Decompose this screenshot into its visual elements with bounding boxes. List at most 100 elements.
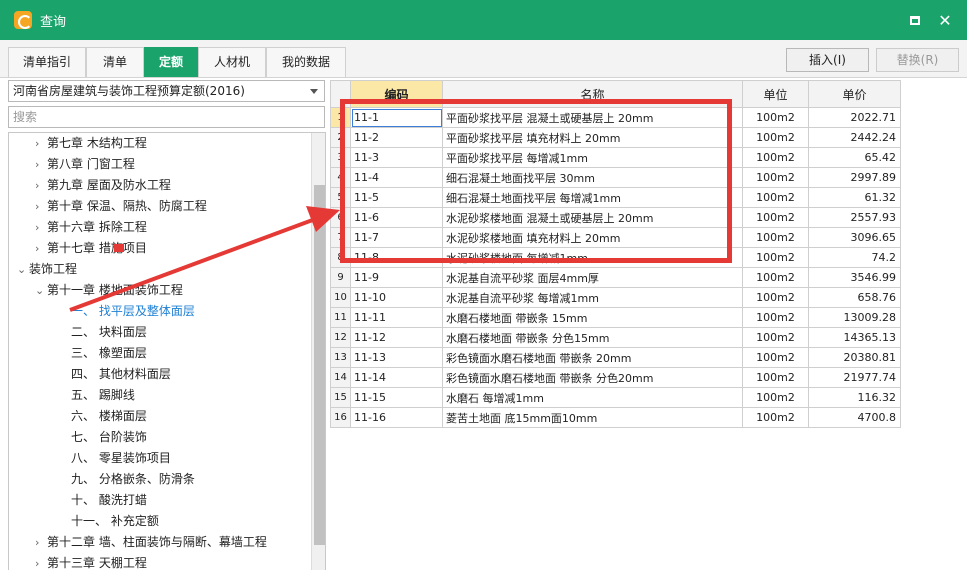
name-column-header[interactable]: 名称 xyxy=(442,80,743,108)
code-cell[interactable]: 11-11 xyxy=(350,307,443,328)
tree-item[interactable]: ⌄ 装饰工程 xyxy=(17,259,77,280)
maximize-button[interactable] xyxy=(905,10,925,30)
unit-cell[interactable]: 100m2 xyxy=(742,267,809,288)
price-column-header[interactable]: 单价 xyxy=(808,80,901,108)
price-cell[interactable]: 116.32 xyxy=(808,387,901,408)
code-cell[interactable]: 11-13 xyxy=(350,347,443,368)
row-number[interactable]: 2 xyxy=(330,127,351,148)
code-cell[interactable]: 11-7 xyxy=(350,227,443,248)
unit-cell[interactable]: 100m2 xyxy=(742,287,809,308)
code-cell[interactable]: 11-12 xyxy=(350,327,443,348)
unit-cell[interactable]: 100m2 xyxy=(742,247,809,268)
tab-bill[interactable]: 清单 xyxy=(86,47,144,77)
table-row[interactable]: 11 11-11 水磨石楼地面 带嵌条 15mm 100m2 13009.28 xyxy=(330,307,901,328)
row-number[interactable]: 11 xyxy=(330,307,351,328)
tab-bill-guide[interactable]: 清单指引 xyxy=(8,47,86,77)
code-cell[interactable]: 11-4 xyxy=(350,167,443,188)
row-number[interactable]: 7 xyxy=(330,227,351,248)
table-row[interactable]: 14 11-14 彩色镜面水磨石楼地面 带嵌条 分色20mm 100m2 21977.7… xyxy=(330,367,901,388)
name-cell[interactable]: 水泥基自流平砂浆 每增减1mm xyxy=(442,287,743,308)
row-number[interactable]: 3 xyxy=(330,147,351,168)
name-cell[interactable]: 水磨石楼地面 带嵌条 15mm xyxy=(442,307,743,328)
name-cell[interactable]: 平面砂浆找平层 填充材料上 20mm xyxy=(442,127,743,148)
table-row[interactable]: 2 11-2 平面砂浆找平层 填充材料上 20mm 100m2 2442.24 xyxy=(330,127,901,148)
row-number[interactable]: 9 xyxy=(330,267,351,288)
tree-item[interactable]: 八、 零星装饰项目 xyxy=(55,448,171,469)
row-number[interactable]: 12 xyxy=(330,327,351,348)
close-button[interactable]: ✕ xyxy=(935,10,955,30)
tree-item[interactable]: › 第七章 木结构工程 xyxy=(35,133,147,154)
tab-labor-material-machine[interactable]: 人材机 xyxy=(198,47,266,77)
tree-item[interactable]: 四、 其他材料面层 xyxy=(55,364,171,385)
code-cell[interactable]: 11-6 xyxy=(350,207,443,228)
price-cell[interactable]: 74.2 xyxy=(808,247,901,268)
tree-item[interactable]: 五、 踢脚线 xyxy=(55,385,135,406)
table-row[interactable]: 10 11-10 水泥基自流平砂浆 每增减1mm 100m2 658.76 xyxy=(330,287,901,308)
code-cell[interactable]: 11-3 xyxy=(350,147,443,168)
unit-cell[interactable]: 100m2 xyxy=(742,307,809,328)
quota-library-select[interactable]: 河南省房屋建筑与装饰工程预算定额(2016) xyxy=(8,80,325,102)
tree-item[interactable]: 二、 块料面层 xyxy=(55,322,147,343)
tree-item[interactable]: › 第十章 保温、隔热、防腐工程 xyxy=(35,196,207,217)
tree-item[interactable]: › 第九章 屋面及防水工程 xyxy=(35,175,171,196)
price-cell[interactable]: 3546.99 xyxy=(808,267,901,288)
search-input[interactable] xyxy=(8,106,325,128)
tree-scrollbar[interactable] xyxy=(311,133,325,570)
row-number[interactable]: 13 xyxy=(330,347,351,368)
name-cell[interactable]: 细石混凝土地面找平层 30mm xyxy=(442,167,743,188)
price-cell[interactable]: 658.76 xyxy=(808,287,901,308)
code-cell[interactable]: 11-8 xyxy=(350,247,443,268)
name-cell[interactable]: 彩色镜面水磨石楼地面 带嵌条 分色20mm xyxy=(442,367,743,388)
table-row[interactable]: 6 11-6 水泥砂浆楼地面 混凝土或硬基层上 20mm 100m2 2557.93 xyxy=(330,207,901,228)
code-cell[interactable]: 11-1 xyxy=(350,107,443,128)
name-cell[interactable]: 水泥砂浆楼地面 混凝土或硬基层上 20mm xyxy=(442,207,743,228)
row-number[interactable]: 1 xyxy=(330,107,351,128)
unit-cell[interactable]: 100m2 xyxy=(742,347,809,368)
price-cell[interactable]: 2557.93 xyxy=(808,207,901,228)
tab-my-data[interactable]: 我的数据 xyxy=(266,47,346,77)
table-row[interactable]: 15 11-15 水磨石 每增减1mm 100m2 116.32 xyxy=(330,387,901,408)
code-cell[interactable]: 11-14 xyxy=(350,367,443,388)
price-cell[interactable]: 4700.8 xyxy=(808,407,901,428)
unit-cell[interactable]: 100m2 xyxy=(742,227,809,248)
row-number[interactable]: 4 xyxy=(330,167,351,188)
row-number[interactable]: 16 xyxy=(330,407,351,428)
code-cell[interactable]: 11-5 xyxy=(350,187,443,208)
price-cell[interactable]: 20380.81 xyxy=(808,347,901,368)
tab-quota[interactable]: 定额 xyxy=(144,47,198,77)
name-cell[interactable]: 细石混凝土地面找平层 每增减1mm xyxy=(442,187,743,208)
row-number[interactable]: 15 xyxy=(330,387,351,408)
tree-item[interactable]: 十、 酸洗打蜡 xyxy=(55,490,147,511)
price-cell[interactable]: 3096.65 xyxy=(808,227,901,248)
unit-cell[interactable]: 100m2 xyxy=(742,187,809,208)
price-cell[interactable]: 65.42 xyxy=(808,147,901,168)
price-cell[interactable]: 14365.13 xyxy=(808,327,901,348)
row-number[interactable]: 5 xyxy=(330,187,351,208)
table-row[interactable]: 7 11-7 水泥砂浆楼地面 填充材料上 20mm 100m2 3096.65 xyxy=(330,227,901,248)
table-row[interactable]: 8 11-8 水泥砂浆楼地面 每增减1mm 100m2 74.2 xyxy=(330,247,901,268)
table-row[interactable]: 5 11-5 细石混凝土地面找平层 每增减1mm 100m2 61.32 xyxy=(330,187,901,208)
code-cell[interactable]: 11-9 xyxy=(350,267,443,288)
price-cell[interactable]: 2442.24 xyxy=(808,127,901,148)
code-cell[interactable]: 11-2 xyxy=(350,127,443,148)
tree-item[interactable]: › 第十二章 墙、柱面装饰与隔断、幕墙工程 xyxy=(35,532,267,553)
row-number[interactable]: 14 xyxy=(330,367,351,388)
name-cell[interactable]: 水泥砂浆楼地面 每增减1mm xyxy=(442,247,743,268)
table-row[interactable]: 1 11-1 平面砂浆找平层 混凝土或硬基层上 20mm 100m2 2022.71 xyxy=(330,107,901,128)
name-cell[interactable]: 水泥砂浆楼地面 填充材料上 20mm xyxy=(442,227,743,248)
unit-cell[interactable]: 100m2 xyxy=(742,127,809,148)
insert-button[interactable]: 插入(I) xyxy=(786,48,869,72)
tree-item[interactable]: 六、 楼梯面层 xyxy=(55,406,147,427)
tree-item[interactable]: › 第十七章 措施项目 xyxy=(35,238,147,259)
price-cell[interactable]: 2997.89 xyxy=(808,167,901,188)
unit-cell[interactable]: 100m2 xyxy=(742,387,809,408)
unit-cell[interactable]: 100m2 xyxy=(742,367,809,388)
table-row[interactable]: 12 11-12 水磨石楼地面 带嵌条 分色15mm 100m2 14365.13 xyxy=(330,327,901,348)
row-number[interactable]: 8 xyxy=(330,247,351,268)
name-cell[interactable]: 彩色镜面水磨石楼地面 带嵌条 20mm xyxy=(442,347,743,368)
code-column-header[interactable]: 编码 xyxy=(350,80,443,108)
code-cell[interactable]: 11-10 xyxy=(350,287,443,308)
tree-item[interactable]: › 第八章 门窗工程 xyxy=(35,154,135,175)
code-cell[interactable]: 11-15 xyxy=(350,387,443,408)
code-cell[interactable]: 11-16 xyxy=(350,407,443,428)
